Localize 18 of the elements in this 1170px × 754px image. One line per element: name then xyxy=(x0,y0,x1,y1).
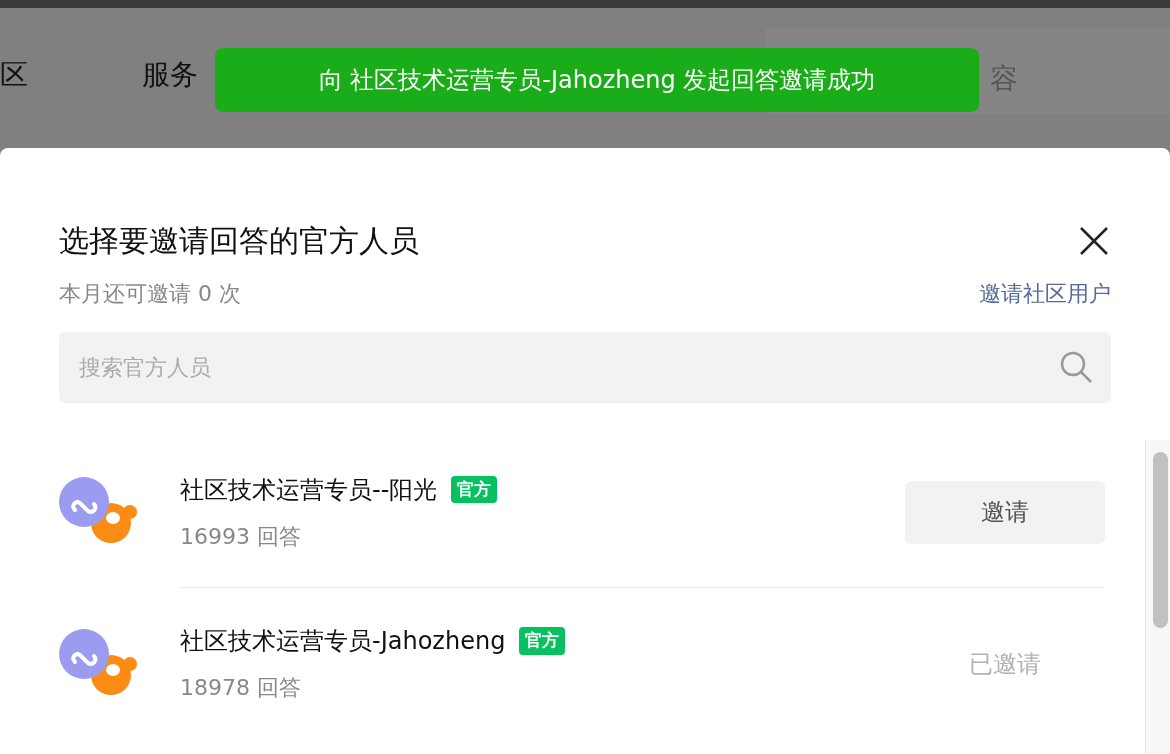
nav-item[interactable]: 服务 xyxy=(142,54,198,96)
invited-status: 已邀请 xyxy=(968,648,1042,680)
toast-message: 向 社区技术运营专员-Jahozheng 发起回答邀请成功 xyxy=(215,48,979,112)
scrollbar-thumb[interactable] xyxy=(1153,452,1168,628)
quota-text: 本月还可邀请 0 次 xyxy=(59,280,241,308)
search-icon[interactable] xyxy=(1059,350,1093,384)
person-name: 社区技术运营专员--阳光 xyxy=(180,474,438,506)
invite-button[interactable]: 邀请 xyxy=(905,480,1105,544)
nav-item[interactable]: 区 xyxy=(0,54,28,96)
dialog-title: 选择要邀请回答的官方人员 xyxy=(59,222,419,260)
answer-count: 16993 回答 xyxy=(180,522,302,551)
invite-community-link[interactable]: 邀请社区用户 xyxy=(979,277,1111,310)
official-badge: 官方 xyxy=(451,475,498,504)
official-badge: 官方 xyxy=(519,627,566,655)
search-field[interactable]: 搜索官方人员 xyxy=(59,332,1111,403)
person-name: 社区技术运营专员-Jahozheng xyxy=(180,626,506,657)
answer-count: 18978 回答 xyxy=(180,674,302,702)
close-icon[interactable] xyxy=(1079,225,1109,256)
